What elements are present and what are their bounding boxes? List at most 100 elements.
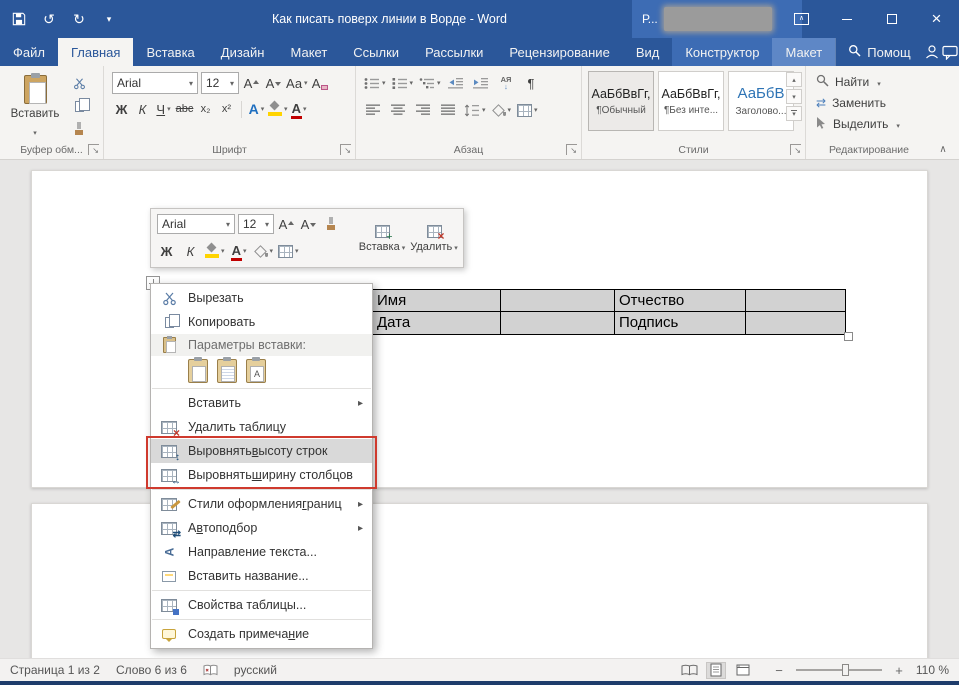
menu-item-insert-caption[interactable]: Вставить название... [151,564,372,588]
redo-icon[interactable] [70,10,88,28]
numbering-button[interactable] [392,73,414,93]
sort-button[interactable] [497,73,516,93]
mini-shading-button[interactable] [254,241,274,261]
tab-insert[interactable]: Вставка [133,38,207,66]
align-center-button[interactable] [389,100,408,120]
decrease-indent-button[interactable] [447,73,466,93]
paragraph-dialog-launcher-icon[interactable] [566,144,577,155]
tab-mailings[interactable]: Рассылки [412,38,496,66]
table-cell[interactable]: Подпись [615,312,746,334]
justify-button[interactable] [439,100,458,120]
menu-item-border-styles[interactable]: Стили оформления границ [151,492,372,516]
line-spacing-button[interactable] [464,100,486,120]
tab-help[interactable]: Помощ [835,38,922,66]
menu-item-table-properties[interactable]: Свойства таблицы... [151,593,372,617]
table-cell[interactable]: Отчество [615,290,746,312]
select-button[interactable]: Выделить [816,115,900,133]
clipboard-dialog-launcher-icon[interactable] [88,144,99,155]
mini-borders-button[interactable] [278,241,299,261]
replace-button[interactable]: Заменить [816,94,886,112]
zoom-slider[interactable] [796,669,882,671]
mini-font-family-combo[interactable]: Arial [157,214,235,234]
tab-references[interactable]: Ссылки [340,38,412,66]
copy-button[interactable] [70,98,88,114]
multilevel-list-button[interactable] [419,73,441,93]
clear-formatting-button[interactable]: А [311,73,330,93]
customize-quick-access-icon[interactable] [100,10,118,28]
zoom-in-icon[interactable]: + [892,663,906,677]
proofing-icon[interactable] [203,664,218,676]
tab-review[interactable]: Рецензирование [496,38,622,66]
zoom-out-icon[interactable]: − [772,663,786,677]
style-no-spacing[interactable]: АаБбВвГг, ¶Без инте... [658,71,724,131]
menu-item-new-comment[interactable]: Создать примечание [151,622,372,646]
collapse-ribbon-icon[interactable] [935,142,951,156]
read-mode-icon[interactable] [679,662,699,679]
styles-scroll-down-icon[interactable] [786,89,802,104]
align-left-button[interactable] [364,100,383,120]
mini-shrink-font-button[interactable]: А [299,214,318,234]
menu-item-insert[interactable]: Вставить [151,391,372,415]
tab-home[interactable]: Главная [58,38,133,66]
styles-scroll-up-icon[interactable] [786,72,802,87]
feedback-icon[interactable] [941,38,959,66]
table-cell[interactable] [746,312,845,334]
menu-item-delete-table[interactable]: Удалить таблицу [151,415,372,439]
menu-item-cut[interactable]: Вырезать [151,286,372,310]
menu-item-text-direction[interactable]: Направление текста... [151,540,372,564]
mini-font-color-button[interactable]: А [230,241,249,261]
minimize-icon[interactable] [824,0,869,38]
account-icon[interactable] [923,38,941,66]
menu-item-copy[interactable]: Копировать [151,310,372,334]
table-resize-handle[interactable] [844,332,853,341]
italic-button[interactable]: К [133,99,152,119]
change-case-button[interactable]: Аа [286,73,308,93]
style-normal[interactable]: АаБбВвГг, ¶Обычный [588,71,654,131]
find-button[interactable]: Найти [816,73,881,91]
styles-more-icon[interactable] [786,106,802,121]
page-count[interactable]: Страница 1 из 2 [10,663,100,677]
subscript-button[interactable]: x₂ [196,99,215,119]
menu-item-distribute-columns[interactable]: Выровнять ширину столбцов [151,463,372,487]
font-family-combo[interactable]: Arial [112,72,198,94]
strikethrough-button[interactable]: abc [175,99,194,119]
bold-button[interactable]: Ж [112,99,131,119]
show-formatting-marks-button[interactable]: ¶ [522,73,541,93]
tab-layout[interactable]: Макет [277,38,340,66]
tab-file[interactable]: Файл [0,38,58,66]
mini-insert-table-button[interactable]: Вставка [357,213,407,264]
shading-button[interactable] [492,100,512,120]
borders-button[interactable] [517,100,538,120]
paste-keep-formatting-icon[interactable] [188,359,208,383]
mini-delete-table-button[interactable]: Удалить [409,213,459,264]
table-cell[interactable] [746,290,845,312]
paste-text-only-icon[interactable] [246,359,266,383]
mini-font-size-combo[interactable]: 12 [238,214,274,234]
tab-design[interactable]: Дизайн [208,38,278,66]
shrink-font-button[interactable]: А [264,73,283,93]
font-color-button[interactable]: А [290,99,309,119]
mini-bold-button[interactable]: Ж [157,241,176,261]
format-painter-button[interactable] [70,121,88,137]
mini-grow-font-button[interactable]: А [277,214,296,234]
mini-highlight-button[interactable] [205,241,225,261]
font-dialog-launcher-icon[interactable] [340,144,351,155]
menu-item-distribute-rows[interactable]: Выровнять высоту строк [151,439,372,463]
font-size-combo[interactable]: 12 [201,72,239,94]
table-cell[interactable]: Имя [373,290,501,312]
superscript-button[interactable]: x² [217,99,236,119]
grow-font-button[interactable]: А [242,73,261,93]
underline-button[interactable]: Ч [154,99,173,119]
menu-item-autofit[interactable]: Автоподбор [151,516,372,540]
print-layout-icon[interactable] [706,662,726,679]
tab-table-layout[interactable]: Макет [772,38,835,66]
close-icon[interactable] [914,0,959,38]
table-cell[interactable] [501,290,615,312]
style-heading1[interactable]: АаБбВ Заголово... [728,71,794,131]
text-effects-button[interactable]: А [247,99,266,119]
increase-indent-button[interactable] [472,73,491,93]
mini-format-painter-button[interactable] [321,214,340,234]
styles-dialog-launcher-icon[interactable] [790,144,801,155]
cut-button[interactable] [70,75,88,91]
highlight-color-button[interactable] [268,99,288,119]
